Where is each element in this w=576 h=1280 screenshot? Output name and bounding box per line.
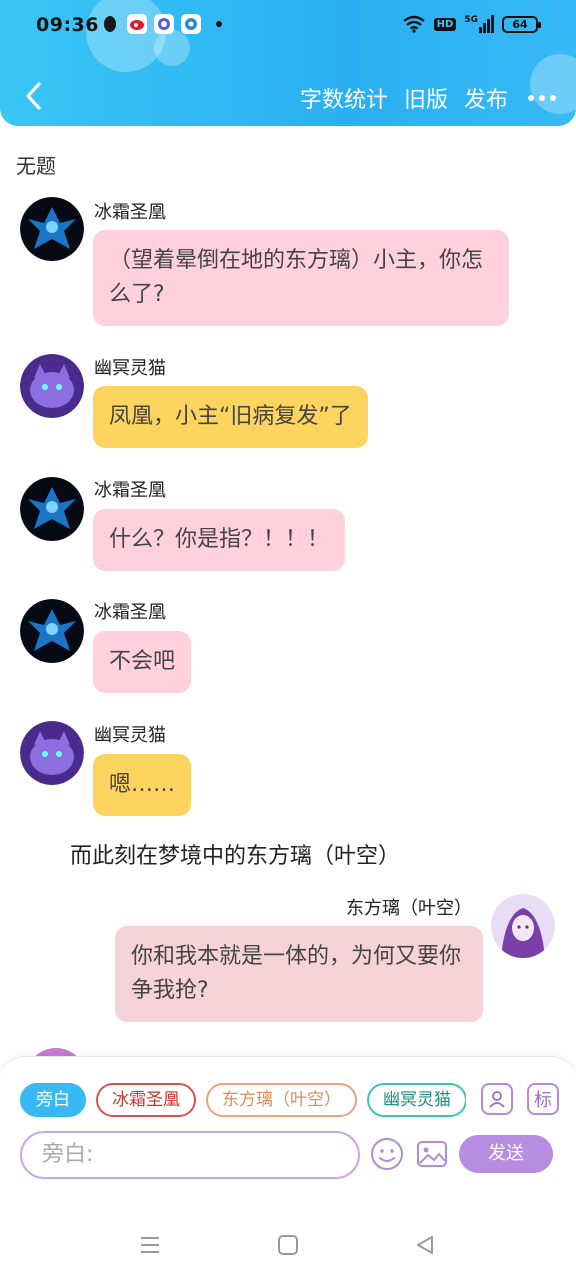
speaker-name: 东方璃（叶空） <box>346 898 472 919</box>
image-button[interactable] <box>415 1137 449 1171</box>
message-bubble[interactable]: 什么？你是指？！！！ <box>93 509 346 571</box>
qq-icon <box>100 14 120 34</box>
back-triangle-icon[interactable] <box>410 1230 440 1260</box>
header-toolbar: 字数统计 旧版 发布 <box>300 82 556 114</box>
avatar-dongfang-li[interactable] <box>491 894 555 958</box>
speaker-name: 幽冥灵猫 <box>94 358 166 379</box>
weibo-icon <box>127 14 147 34</box>
document-title[interactable]: 无题 <box>16 150 56 179</box>
avatar-phoenix[interactable] <box>20 197 84 261</box>
network-type: 5G <box>464 15 478 25</box>
person-icon <box>489 1091 505 1108</box>
message-bubble[interactable]: 嗯…… <box>93 754 192 816</box>
speaker-name: 冰霜圣凰 <box>94 202 166 223</box>
notification-icons <box>100 14 222 34</box>
role-chip-phoenix[interactable]: 冰霜圣凰 <box>96 1083 196 1117</box>
system-icons: HD 5G 64 <box>402 15 541 33</box>
back-button[interactable] <box>18 76 48 116</box>
home-icon[interactable] <box>273 1230 303 1260</box>
wifi-icon <box>402 15 425 33</box>
status-time: 09:36 <box>36 14 99 36</box>
more-notifications-dot <box>216 21 222 27</box>
more-dots-icon[interactable] <box>524 95 556 101</box>
role-manage-button[interactable] <box>481 1083 513 1115</box>
chevron-left-icon <box>26 82 41 110</box>
battery-indicator: 64 <box>502 15 541 33</box>
speaker-name: 幽冥灵猫 <box>94 725 166 746</box>
message-bubble[interactable]: （望着晕倒在地的东方璃）小主，你怎么了? <box>93 230 509 326</box>
word-count-button[interactable]: 字数统计 <box>300 82 388 114</box>
app-header: 09:36 HD 5G 64 字数统计 旧版 发布 <box>0 0 576 126</box>
composer-panel: 旁白 冰霜圣凰 东方璃（叶空） 幽冥灵猫 标 旁白: 发送 <box>0 1056 576 1210</box>
image-icon <box>417 1141 447 1167</box>
old-version-button[interactable]: 旧版 <box>404 82 448 114</box>
system-nav-bar <box>0 1210 576 1280</box>
publish-button[interactable]: 发布 <box>464 82 508 114</box>
signal-icon: 5G <box>464 15 494 33</box>
status-bar: 09:36 HD 5G 64 <box>0 0 576 52</box>
message-bubble[interactable]: 凤凰，小主“旧病复发”了 <box>93 386 368 448</box>
send-button[interactable]: 发送 <box>459 1135 553 1173</box>
speaker-name: 冰霜圣凰 <box>94 480 166 501</box>
narration-input[interactable]: 旁白: <box>20 1131 360 1179</box>
menu-icon[interactable] <box>135 1230 165 1260</box>
tag-button[interactable]: 标 <box>527 1083 559 1115</box>
smiley-icon <box>371 1138 403 1170</box>
app-notification-icon <box>181 14 201 34</box>
narration-text[interactable]: 而此刻在梦境中的东方璃（叶空） <box>70 838 400 870</box>
role-chip-narrator[interactable]: 旁白 <box>20 1083 86 1117</box>
emoji-button[interactable] <box>370 1137 404 1171</box>
avatar-phoenix[interactable] <box>20 477 84 541</box>
avatar-spirit-cat[interactable] <box>20 354 84 418</box>
speaker-name: 冰霜圣凰 <box>94 602 166 623</box>
hd-badge: HD <box>433 17 457 31</box>
avatar-spirit-cat[interactable] <box>20 721 84 785</box>
role-selector: 旁白 冰霜圣凰 东方璃（叶空） 幽冥灵猫 <box>20 1083 466 1119</box>
role-chip-dongfang-li[interactable]: 东方璃（叶空） <box>206 1083 357 1117</box>
app-notification-icon <box>154 14 174 34</box>
message-bubble[interactable]: 你和我本就是一体的，为何又要你争我抢? <box>115 926 483 1022</box>
avatar-phoenix[interactable] <box>20 599 84 663</box>
message-bubble[interactable]: 不会吧 <box>93 631 192 693</box>
role-chip-spirit-cat[interactable]: 幽冥灵猫 <box>367 1083 466 1117</box>
